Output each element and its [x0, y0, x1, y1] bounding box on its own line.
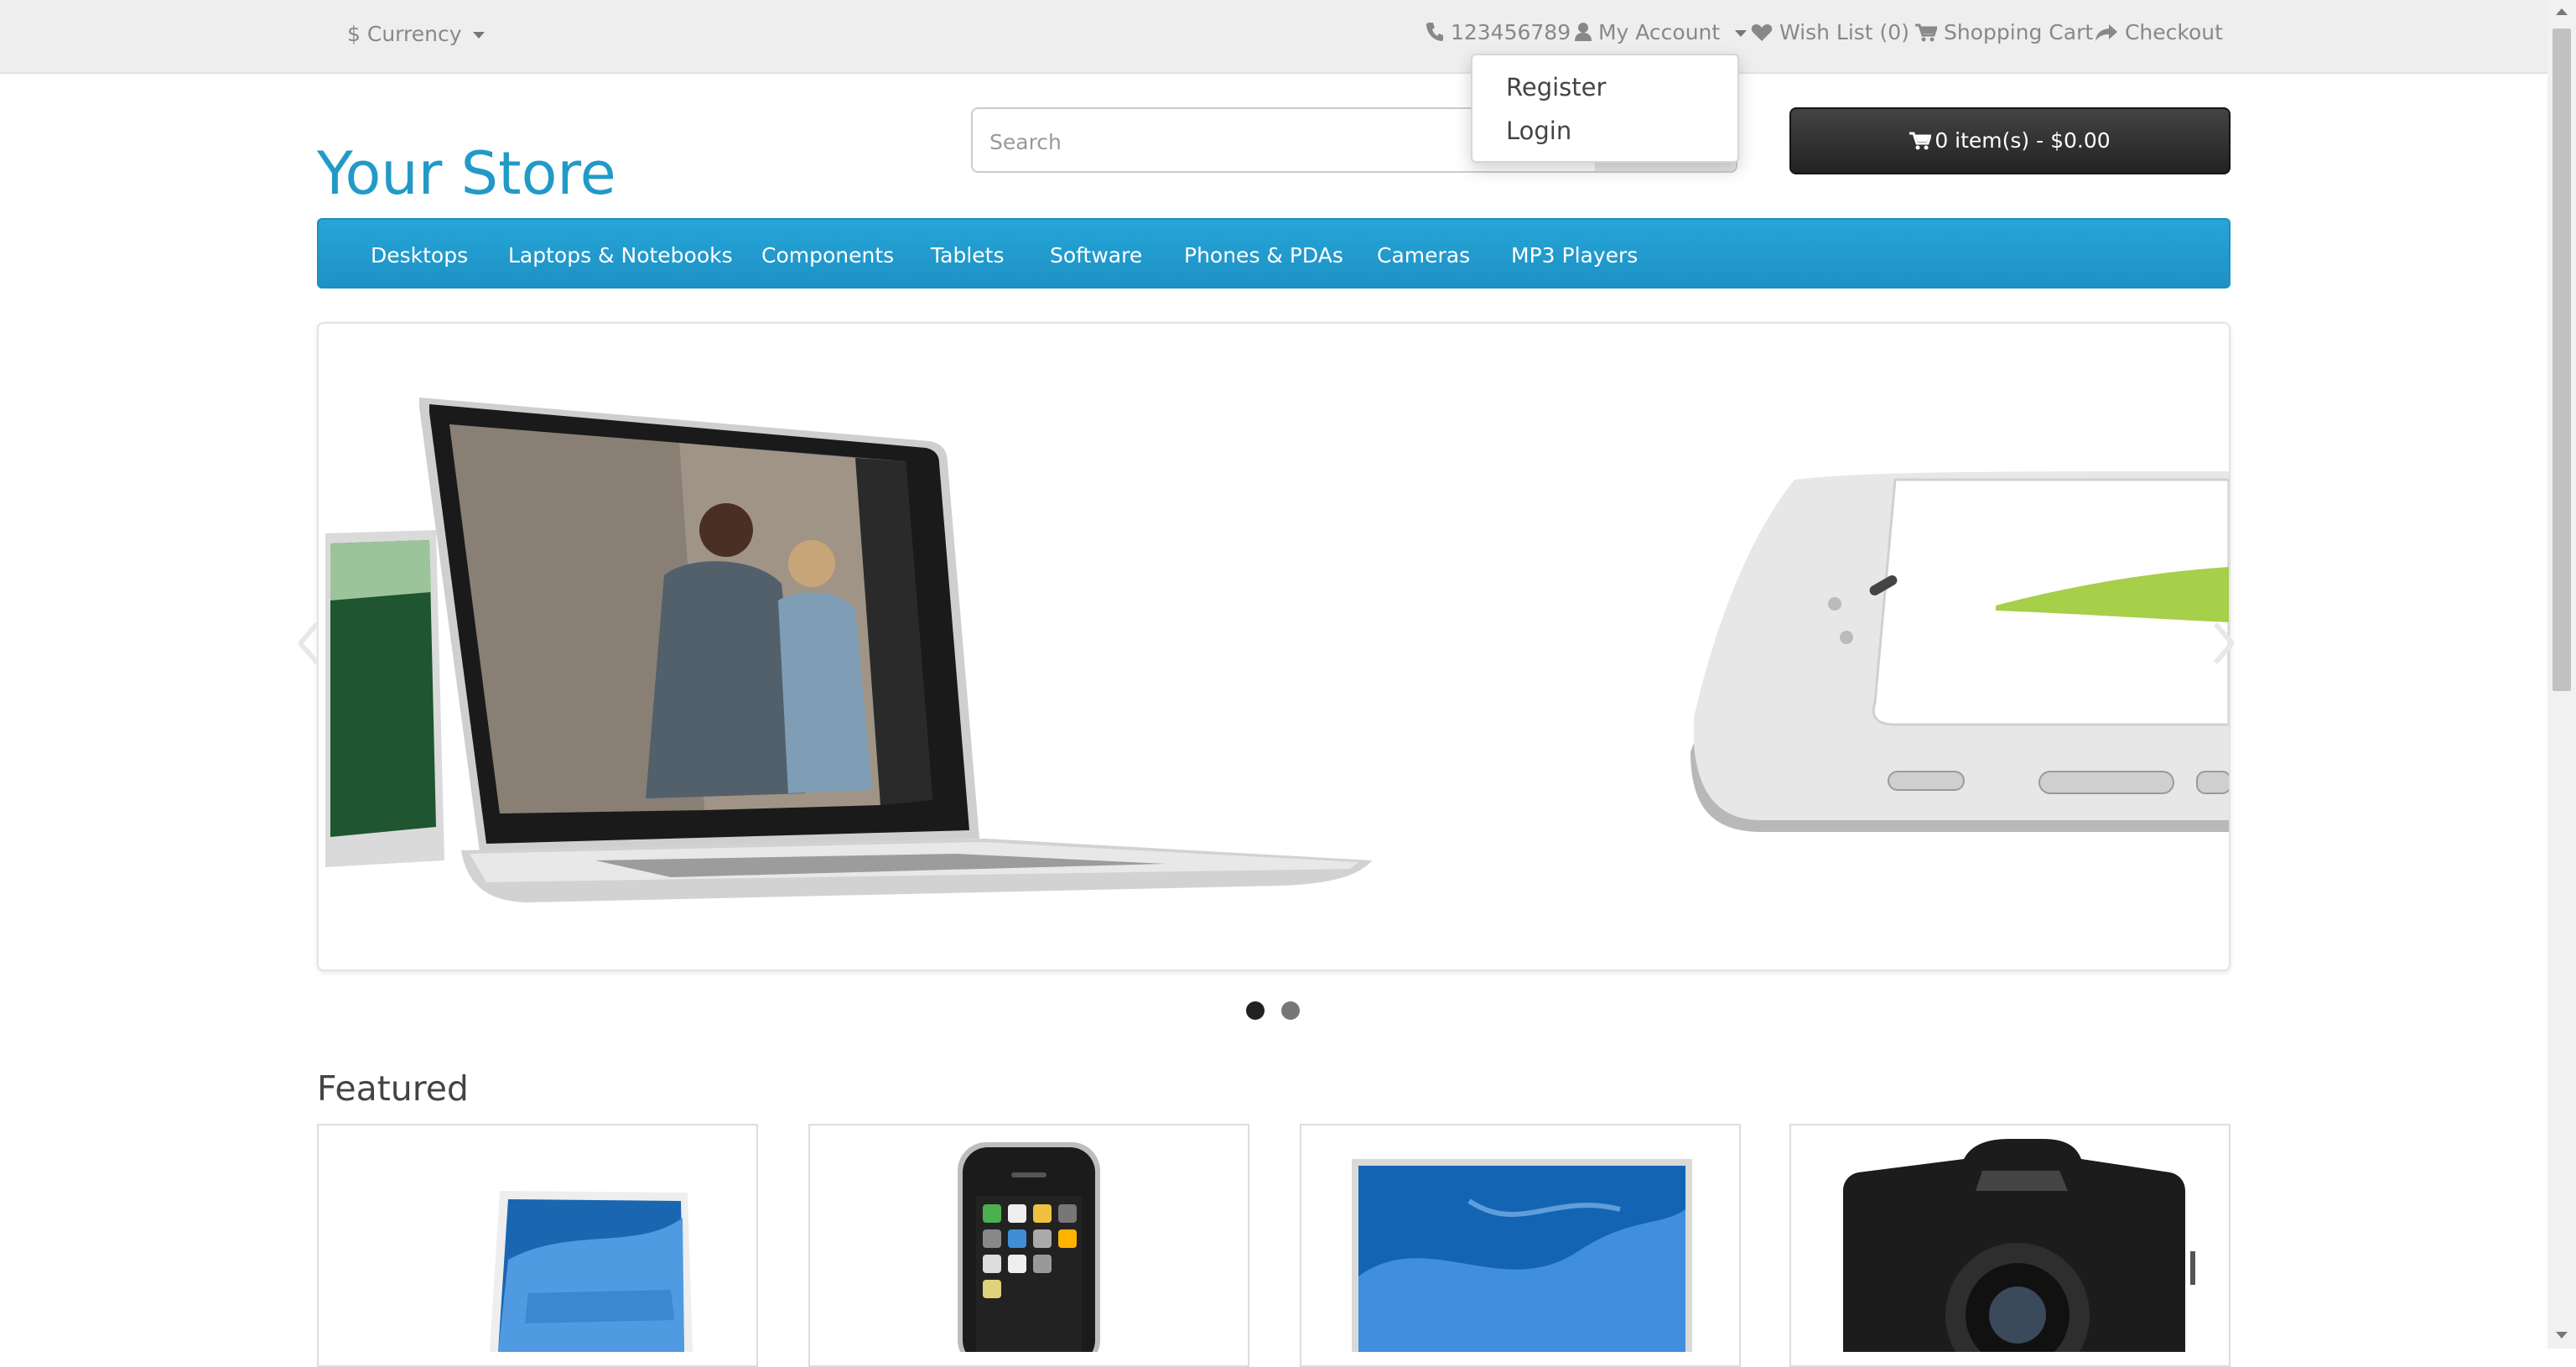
menu-item-phones-pdas[interactable]: Phones & PDAs [1184, 245, 1343, 266]
cart-button[interactable]: 0 item(s) - $0.00 [1789, 107, 2231, 174]
product-card-apple-cinema[interactable] [1300, 1124, 1741, 1367]
currency-label: Currency [366, 22, 462, 46]
scroll-down-arrow-icon[interactable] [2556, 1332, 2568, 1338]
phone-link[interactable]: 123456789 [1426, 22, 1571, 43]
apple-cinema-display-image [1352, 1159, 1692, 1360]
product-card-iphone[interactable] [808, 1124, 1249, 1367]
menu-item-mp3-players[interactable]: MP3 Players [1511, 245, 1638, 266]
store-logo[interactable]: Your Store [317, 144, 616, 203]
top-bar: $ Currency 123456789 My Account Wish Lis… [0, 0, 2547, 74]
currency-dropdown[interactable]: $ Currency [347, 22, 486, 46]
slideshow-dot-1[interactable] [1246, 1001, 1265, 1020]
main-menu: Desktops Laptops & Notebooks Components … [317, 218, 2231, 288]
phone-icon [1426, 23, 1443, 41]
page: $ Currency 123456789 My Account Wish Lis… [0, 0, 2547, 1367]
menu-item-desktops[interactable]: Desktops [371, 245, 468, 266]
cart-icon [1909, 132, 1933, 150]
slide-image-macbook-iphone [325, 398, 2229, 902]
wishlist-link[interactable]: Wish List (0) [1751, 22, 1909, 43]
register-link[interactable]: Register [1506, 75, 1606, 100]
shopping-cart-label: Shopping Cart [1943, 20, 2094, 44]
user-icon [1575, 23, 1592, 41]
macbook-image [490, 1191, 693, 1352]
slideshow[interactable] [317, 322, 2231, 971]
slideshow-dot-2[interactable] [1281, 1001, 1300, 1020]
wishlist-label: Wish List (0) [1779, 20, 1909, 44]
iphone-image [958, 1142, 1100, 1365]
menu-item-software[interactable]: Software [1050, 245, 1142, 266]
product-card-macbook[interactable] [317, 1124, 758, 1367]
share-arrow-icon [2096, 24, 2117, 41]
cart-icon [1915, 23, 1939, 42]
my-account-dropdown[interactable]: My Account [1575, 20, 1748, 44]
chevron-down-icon [1735, 30, 1748, 37]
menu-item-laptops-notebooks[interactable]: Laptops & Notebooks [508, 245, 733, 266]
phone-number: 123456789 [1450, 20, 1571, 44]
heart-icon [1751, 24, 1773, 41]
slideshow-prev-arrow-icon[interactable] [299, 622, 319, 664]
dollar-icon: $ [347, 22, 361, 46]
canon-camera-image [1843, 1139, 2195, 1365]
vertical-scrollbar[interactable] [2547, 0, 2576, 1349]
shopping-cart-link[interactable]: Shopping Cart [1915, 22, 2093, 43]
featured-heading: Featured [317, 1068, 469, 1109]
slideshow-next-arrow-icon[interactable] [2214, 622, 2234, 664]
scroll-thumb[interactable] [2553, 29, 2571, 691]
product-card-canon-camera[interactable] [1789, 1124, 2231, 1367]
my-account-label: My Account [1597, 20, 1721, 44]
chevron-down-icon [473, 32, 486, 39]
menu-item-components[interactable]: Components [761, 245, 894, 266]
menu-item-tablets[interactable]: Tablets [931, 245, 1004, 266]
scroll-up-arrow-icon[interactable] [2556, 8, 2568, 15]
login-link[interactable]: Login [1506, 119, 1571, 143]
menu-item-cameras[interactable]: Cameras [1377, 245, 1470, 266]
checkout-link[interactable]: Checkout [2095, 22, 2223, 43]
checkout-label: Checkout [2124, 20, 2223, 44]
cart-total: 0 item(s) - $0.00 [1935, 128, 2111, 153]
account-dropdown-menu: Register Login [1471, 54, 1739, 163]
